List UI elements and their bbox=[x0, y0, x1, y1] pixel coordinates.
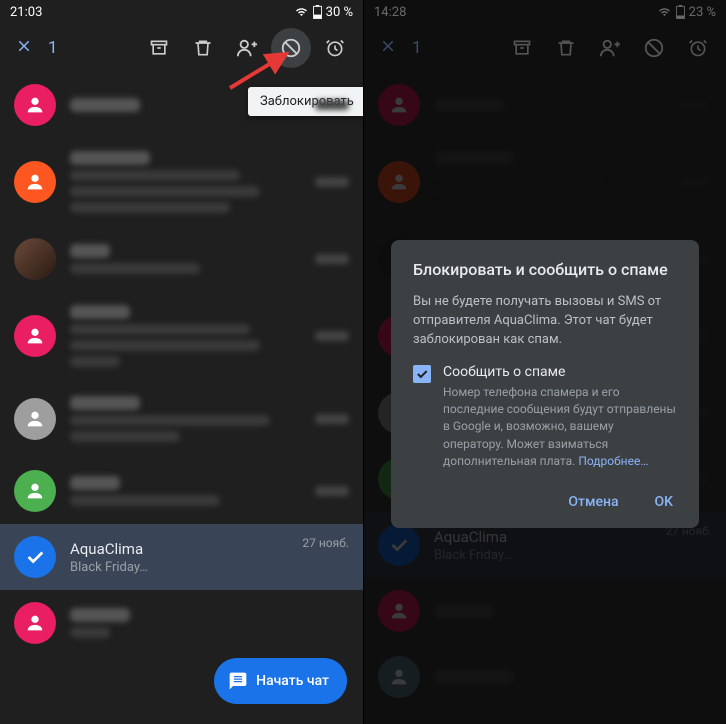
checkbox-subtext: Номер телефона спамера и его последние с… bbox=[443, 384, 677, 471]
conv-date bbox=[315, 177, 349, 187]
block-spam-dialog: Блокировать и сообщить о спаме Вы не буд… bbox=[391, 240, 699, 528]
conv-date bbox=[315, 414, 349, 424]
start-chat-fab[interactable]: Начать чат bbox=[214, 658, 347, 704]
cancel-button[interactable]: Отмена bbox=[564, 488, 622, 516]
list-item[interactable] bbox=[0, 590, 363, 656]
conv-date bbox=[315, 100, 349, 110]
conv-date bbox=[315, 331, 349, 341]
fab-label: Начать чат bbox=[256, 673, 329, 689]
selected-conversation[interactable]: AquaClima Black Friday… 27 нояб. bbox=[0, 524, 363, 590]
conv-title: AquaClima bbox=[70, 540, 288, 558]
screen-block-dialog: 14:28 23 % 1 bbox=[363, 0, 726, 724]
avatar bbox=[14, 602, 56, 644]
wifi-icon bbox=[294, 6, 309, 18]
status-battery: 30 % bbox=[326, 5, 353, 20]
status-time: 21:03 bbox=[10, 5, 42, 20]
list-item[interactable] bbox=[0, 138, 363, 226]
checkbox-label: Сообщить о спаме bbox=[443, 364, 677, 380]
dialog-body: Вы не будете получать вызовы и SMS от от… bbox=[413, 293, 677, 350]
delete-button[interactable] bbox=[183, 28, 223, 68]
avatar bbox=[14, 470, 56, 512]
archive-button[interactable] bbox=[139, 28, 179, 68]
avatar bbox=[14, 315, 56, 357]
avatar bbox=[14, 398, 56, 440]
conv-date bbox=[315, 254, 349, 264]
avatar bbox=[14, 238, 56, 280]
close-selection-button[interactable] bbox=[8, 37, 40, 60]
chat-icon bbox=[228, 671, 248, 691]
conv-snippet: Black Friday… bbox=[70, 560, 288, 575]
selection-count: 1 bbox=[48, 38, 58, 58]
battery-icon bbox=[313, 5, 322, 19]
list-item[interactable] bbox=[0, 380, 363, 458]
screen-selection-mode: 21:03 30 % 1 Заблокировать bbox=[0, 0, 363, 724]
list-item[interactable] bbox=[0, 458, 363, 524]
status-right: 30 % bbox=[294, 5, 353, 20]
status-bar: 21:03 30 % bbox=[0, 0, 363, 24]
list-item[interactable] bbox=[0, 292, 363, 380]
conv-date: 27 нояб. bbox=[302, 536, 349, 550]
conversation-list[interactable]: AquaClima Black Friday… 27 нояб. bbox=[0, 72, 363, 656]
ok-button[interactable]: OK bbox=[651, 488, 678, 516]
avatar bbox=[14, 84, 56, 126]
avatar bbox=[14, 161, 56, 203]
selected-check-icon bbox=[14, 536, 56, 578]
pointer-arrow bbox=[226, 48, 296, 92]
selection-action-bar: 1 bbox=[0, 24, 363, 72]
snooze-button[interactable] bbox=[315, 28, 355, 68]
list-item[interactable] bbox=[0, 226, 363, 292]
learn-more-link[interactable]: Подробнее… bbox=[578, 454, 648, 468]
conv-date bbox=[315, 486, 349, 496]
report-spam-checkbox[interactable] bbox=[413, 365, 431, 383]
dialog-title: Блокировать и сообщить о спаме bbox=[413, 260, 677, 279]
